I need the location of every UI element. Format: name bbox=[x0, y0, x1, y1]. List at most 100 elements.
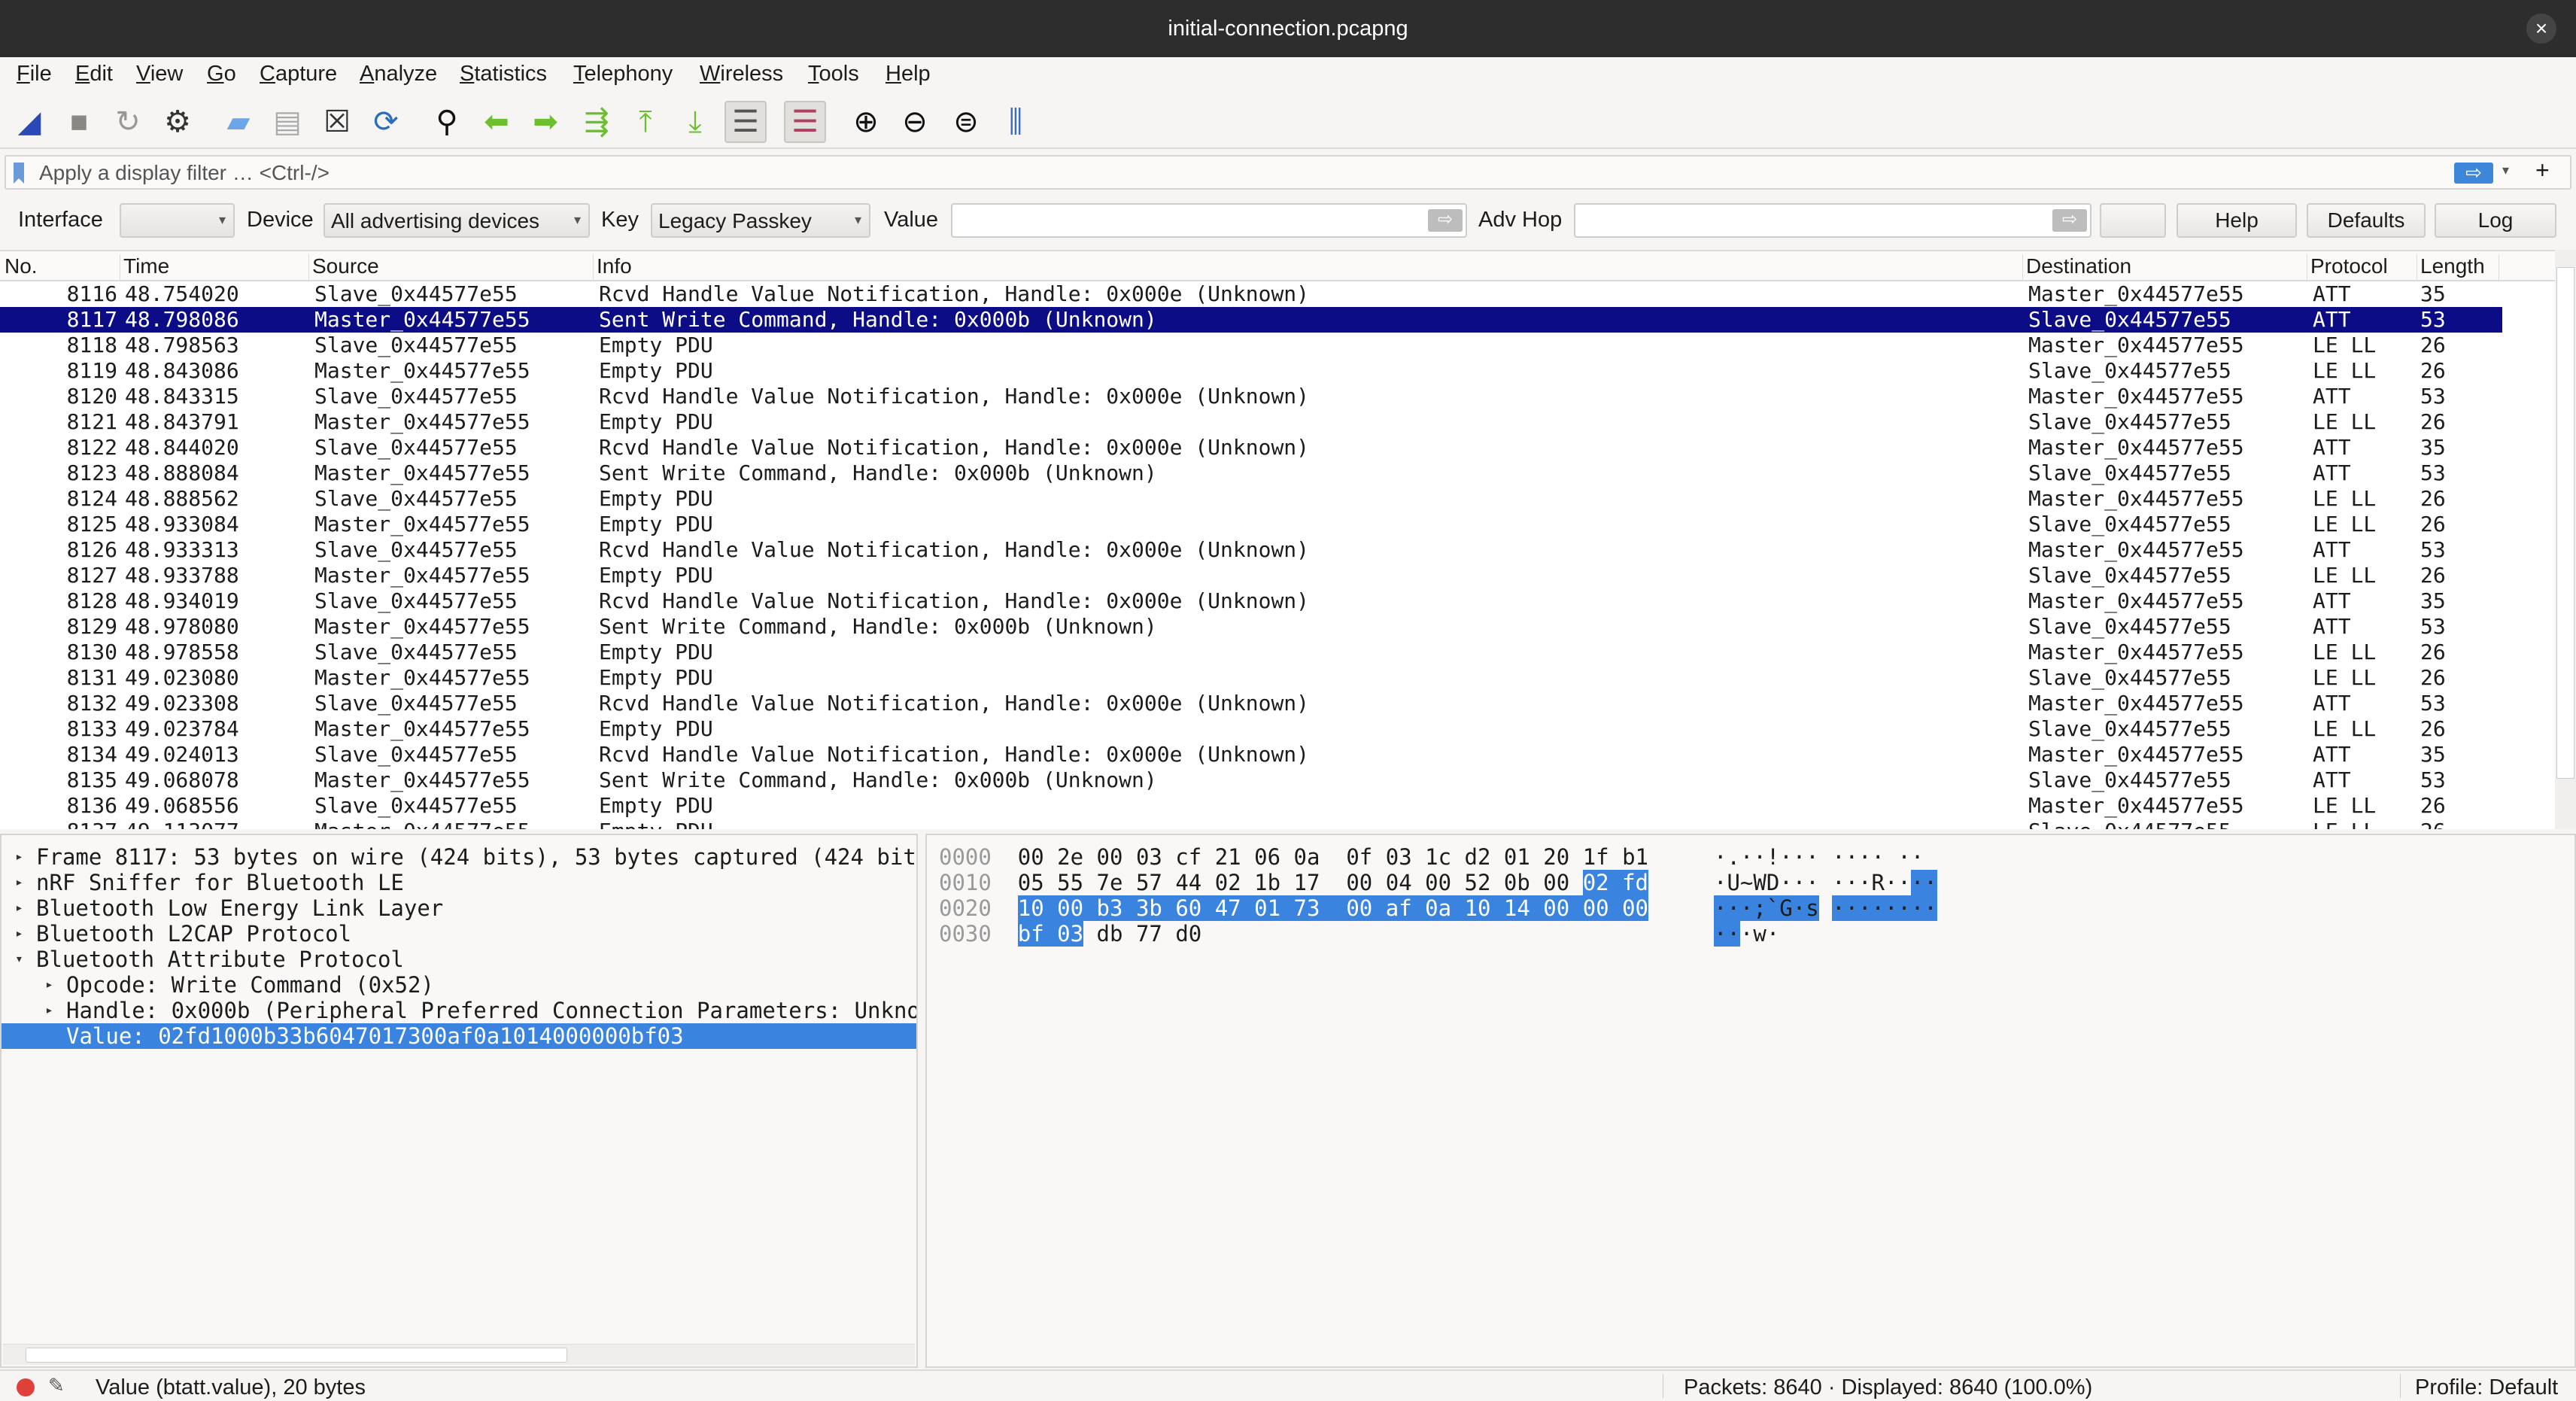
hex-byte[interactable]: d2 bbox=[1465, 844, 1491, 870]
save-file-icon[interactable]: ▤ bbox=[266, 101, 308, 143]
hex-byte[interactable]: b1 bbox=[1622, 844, 1648, 870]
tree-item[interactable]: ▸ Bluetooth L2CAP Protocol bbox=[2, 921, 916, 947]
packet-row[interactable]: 8129 48.978080 Master_0x44577e55 Sent Write… bbox=[0, 614, 2502, 640]
tree-item[interactable]: ▾ Bluetooth Attribute Protocol bbox=[2, 947, 916, 972]
edit-comment-icon[interactable]: ✎ bbox=[48, 1374, 65, 1397]
column-header-info[interactable]: Info bbox=[597, 254, 2023, 281]
hex-byte[interactable]: fd bbox=[1622, 870, 1648, 895]
hex-byte[interactable]: 60 bbox=[1175, 895, 1202, 921]
hex-byte[interactable]: 01 bbox=[1504, 844, 1530, 870]
packet-row[interactable]: 8125 48.933084 Master_0x44577e55 Empty PDU S… bbox=[0, 512, 2502, 537]
hex-byte[interactable]: 02 bbox=[1215, 870, 1241, 895]
blank-button[interactable] bbox=[2100, 203, 2166, 238]
hex-byte[interactable]: 73 bbox=[1293, 895, 1320, 921]
hex-byte[interactable]: 00 bbox=[1622, 895, 1648, 921]
display-filter-bar[interactable]: Apply a display filter … <Ctrl-/> ⇨ ▾ + bbox=[5, 155, 2571, 190]
expert-info-icon[interactable] bbox=[17, 1378, 35, 1396]
menu-analyze[interactable]: Analyze bbox=[360, 62, 437, 87]
display-filter-input[interactable]: Apply a display filter … <Ctrl-/> bbox=[39, 161, 330, 185]
hex-byte[interactable]: 17 bbox=[1294, 870, 1320, 895]
add-filter-button[interactable]: + bbox=[2535, 157, 2550, 184]
hex-byte[interactable]: 2e bbox=[1057, 844, 1083, 870]
zoom-out-icon[interactable]: ⊖ bbox=[894, 101, 936, 143]
hex-byte[interactable]: 3b bbox=[1135, 895, 1162, 921]
hex-byte[interactable]: 1c bbox=[1425, 844, 1451, 870]
hex-byte[interactable]: 10 bbox=[1017, 895, 1044, 921]
start-capture-icon[interactable]: ◢ bbox=[8, 101, 50, 143]
hex-byte[interactable]: 57 bbox=[1136, 870, 1162, 895]
menu-edit[interactable]: Edit bbox=[75, 62, 113, 87]
go-forward-icon[interactable]: ➡ bbox=[524, 101, 567, 143]
bookmark-icon[interactable] bbox=[14, 163, 24, 184]
packet-row[interactable]: 8116 48.754020 Slave_0x44577e55 Rcvd Handle… bbox=[0, 281, 2502, 307]
packet-row[interactable]: 8137 49.113077 Master_0x44577e55 Empty PDU S… bbox=[0, 819, 2502, 829]
column-header-source[interactable]: Source bbox=[312, 254, 594, 281]
hex-byte[interactable]: 00 bbox=[1582, 895, 1609, 921]
menu-capture[interactable]: Capture bbox=[260, 62, 337, 87]
packet-row[interactable]: 8134 49.024013 Slave_0x44577e55 Rcvd Handle… bbox=[0, 742, 2502, 767]
hex-byte[interactable]: 00 bbox=[1346, 895, 1373, 921]
packet-row[interactable]: 8121 48.843791 Master_0x44577e55 Empty PDU S… bbox=[0, 409, 2502, 435]
set-value-button[interactable]: ⇨ bbox=[1428, 209, 1463, 232]
hex-byte[interactable]: 00 bbox=[1018, 844, 1044, 870]
first-packet-icon[interactable]: ⤒ bbox=[624, 101, 667, 143]
packet-row[interactable]: 8117 48.798086 Master_0x44577e55 Sent Write… bbox=[0, 307, 2502, 333]
hex-byte[interactable]: 77 bbox=[1136, 921, 1162, 947]
hex-byte[interactable]: 00 bbox=[1425, 870, 1451, 895]
hex-byte[interactable]: 10 bbox=[1464, 895, 1491, 921]
hex-byte[interactable]: 44 bbox=[1175, 870, 1201, 895]
hex-byte[interactable]: 01 bbox=[1254, 895, 1281, 921]
packet-row[interactable]: 8120 48.843315 Slave_0x44577e55 Rcvd Handle… bbox=[0, 384, 2502, 409]
key-select[interactable]: Legacy Passkey ▾ bbox=[651, 203, 870, 238]
hex-byte[interactable]: 06 bbox=[1254, 844, 1280, 870]
packet-row[interactable]: 8130 48.978558 Slave_0x44577e55 Empty PDU Ma… bbox=[0, 640, 2502, 665]
column-header-protocol[interactable]: Protocol bbox=[2310, 254, 2417, 281]
last-packet-icon[interactable]: ⤓ bbox=[674, 101, 716, 143]
profile[interactable]: Profile: Default bbox=[2415, 1375, 2558, 1400]
stop-capture-icon[interactable]: ■ bbox=[58, 101, 100, 143]
colorize-icon[interactable]: ☰ bbox=[784, 101, 826, 143]
tree-item[interactable]: ▸ Opcode: Write Command (0x52) bbox=[2, 972, 916, 998]
device-select[interactable]: All advertising devices ▾ bbox=[324, 203, 590, 238]
close-file-icon[interactable]: ☒ bbox=[316, 101, 358, 143]
hex-byte[interactable]: 1b bbox=[1254, 870, 1280, 895]
menu-statistics[interactable]: Statistics bbox=[460, 62, 547, 87]
hex-byte[interactable]: cf bbox=[1175, 844, 1201, 870]
value-input[interactable]: ⇨ bbox=[951, 203, 1467, 238]
hex-byte[interactable]: 00 bbox=[1097, 844, 1123, 870]
hex-byte[interactable]: 00 bbox=[1346, 870, 1372, 895]
tree-item[interactable]: ▸ Handle: 0x000b (Peripheral Preferred Co… bbox=[2, 998, 916, 1023]
packet-row[interactable]: 8136 49.068556 Slave_0x44577e55 Empty PDU Ma… bbox=[0, 793, 2502, 819]
hex-byte[interactable]: 03 bbox=[1057, 921, 1084, 947]
hex-byte[interactable]: 00 bbox=[1543, 870, 1569, 895]
packet-row[interactable]: 8124 48.888562 Slave_0x44577e55 Empty PDU Ma… bbox=[0, 486, 2502, 512]
menu-help[interactable]: Help bbox=[886, 62, 931, 87]
column-header-no[interactable]: No. bbox=[5, 254, 120, 281]
column-header-destination[interactable]: Destination bbox=[2026, 254, 2307, 281]
menu-wireless[interactable]: Wireless bbox=[700, 62, 783, 87]
filter-history-dropdown[interactable]: ▾ bbox=[2502, 163, 2509, 178]
packet-row[interactable]: 8133 49.023784 Master_0x44577e55 Empty PDU S… bbox=[0, 716, 2502, 742]
column-header-length[interactable]: Length bbox=[2420, 254, 2499, 281]
menu-go[interactable]: Go bbox=[207, 62, 236, 87]
help-button[interactable]: Help bbox=[2177, 203, 2297, 238]
packet-row[interactable]: 8127 48.933788 Master_0x44577e55 Empty PDU S… bbox=[0, 563, 2502, 588]
expander-icon[interactable]: ▸ bbox=[45, 998, 53, 1023]
hex-byte[interactable]: bf bbox=[1017, 921, 1044, 947]
hex-byte[interactable]: 0a bbox=[1294, 844, 1320, 870]
hex-byte[interactable]: 00 bbox=[1543, 895, 1570, 921]
details-scroll-thumb[interactable] bbox=[26, 1348, 567, 1363]
hex-byte[interactable]: db bbox=[1097, 921, 1123, 947]
hex-byte[interactable]: 20 bbox=[1543, 844, 1569, 870]
hex-byte[interactable]: 0b bbox=[1504, 870, 1530, 895]
column-header-time[interactable]: Time bbox=[123, 254, 309, 281]
packet-list-scroll-thumb[interactable] bbox=[2556, 267, 2574, 779]
packet-row[interactable]: 8128 48.934019 Slave_0x44577e55 Rcvd Handle… bbox=[0, 588, 2502, 614]
hex-byte[interactable]: 55 bbox=[1057, 870, 1083, 895]
close-window-button[interactable]: × bbox=[2526, 14, 2556, 44]
capture-options-icon[interactable]: ⚙ bbox=[156, 101, 199, 143]
resize-columns-icon[interactable]: ⫼ bbox=[995, 101, 1037, 143]
hex-byte[interactable]: 0f bbox=[1346, 844, 1372, 870]
packet-row[interactable]: 8119 48.843086 Master_0x44577e55 Empty PDU S… bbox=[0, 358, 2502, 384]
expander-icon[interactable]: ▸ bbox=[15, 844, 23, 870]
